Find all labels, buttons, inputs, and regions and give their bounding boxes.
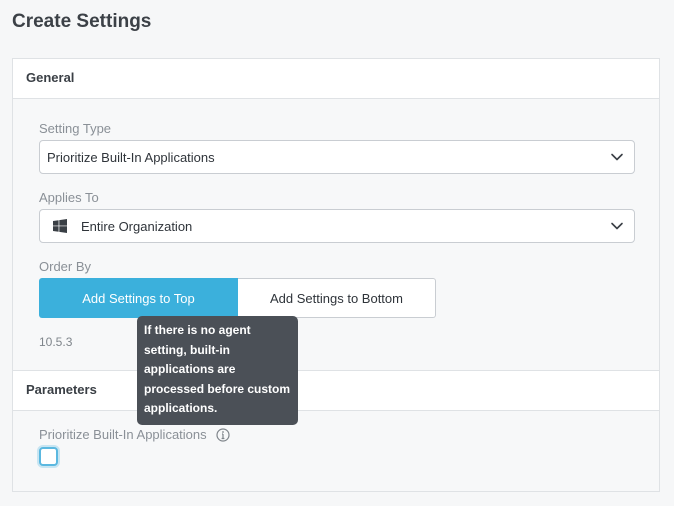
info-icon[interactable]	[216, 427, 230, 442]
add-settings-to-top-button[interactable]: Add Settings to Top	[39, 278, 238, 318]
parameters-section: Parameters Prioritize Built-In Applicati…	[12, 370, 660, 492]
applies-to-select[interactable]: Entire Organization	[39, 209, 635, 243]
applies-to-label: Applies To	[39, 190, 99, 205]
chevron-down-icon	[611, 153, 623, 161]
version-text: 10.5.3	[39, 335, 73, 349]
setting-type-label: Setting Type	[39, 121, 112, 136]
prioritize-builtin-label-text: Prioritize Built-In Applications	[39, 427, 207, 442]
setting-type-select[interactable]: Prioritize Built-In Applications	[39, 140, 635, 174]
info-tooltip: If there is no agent setting, built-in a…	[137, 316, 298, 425]
parameters-section-header: Parameters	[13, 371, 659, 411]
applies-to-value: Entire Organization	[81, 218, 193, 234]
add-settings-to-bottom-button[interactable]: Add Settings to Bottom	[238, 278, 436, 318]
setting-type-value: Prioritize Built-In Applications	[47, 149, 215, 165]
prioritize-builtin-checkbox[interactable]	[39, 447, 58, 466]
order-by-toggle-group: Add Settings to Top Add Settings to Bott…	[39, 278, 436, 318]
general-section: General Setting Type Prioritize Built-In…	[12, 58, 660, 371]
order-by-label: Order By	[39, 259, 92, 274]
general-section-header: General	[13, 59, 659, 99]
page-title: Create Settings	[12, 11, 152, 32]
windows-icon	[53, 219, 67, 233]
chevron-down-icon	[611, 222, 623, 230]
prioritize-builtin-label: Prioritize Built-In Applications	[39, 427, 230, 442]
